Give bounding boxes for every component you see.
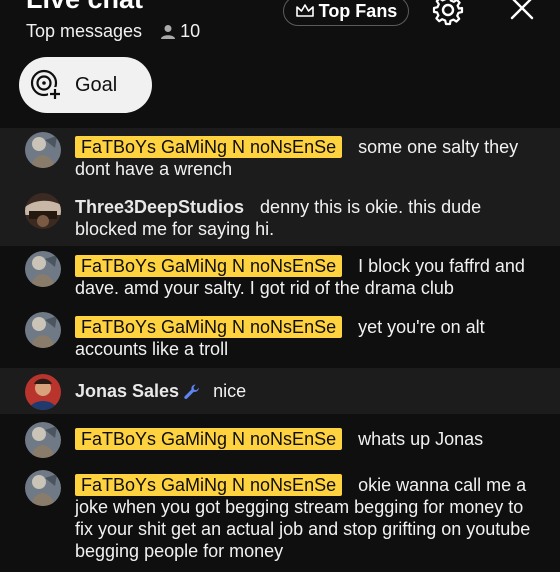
author-name-moderator[interactable]: Jonas Sales [75,380,179,402]
chat-message[interactable]: FaTBoYs GaMiNg N noNsEnSe I block you faf… [0,246,560,308]
avatar[interactable] [25,132,61,168]
author-name[interactable]: Three3DeepStudios [75,196,244,218]
author-name-owner[interactable]: FaTBoYs GaMiNg N noNsEnSe [75,428,343,450]
avatar[interactable] [25,251,61,287]
avatar[interactable] [25,374,61,410]
viewer-count: 10 [160,21,200,42]
gear-icon [432,0,464,26]
chat-title: Live chat [26,0,143,14]
close-button[interactable] [510,0,534,25]
author-name-owner[interactable]: FaTBoYs GaMiNg N noNsEnSe [75,136,343,158]
viewer-count-value: 10 [180,21,201,41]
chat-header: Live chat Top messages 10 Top Fans Goal [0,0,560,128]
crown-icon [295,4,314,17]
chat-mode-row[interactable]: Top messages 10 [26,21,200,42]
avatar[interactable] [25,422,61,458]
chat-list[interactable]: FaTBoYs GaMiNg N noNsEnSe some one salty … [0,128,560,572]
chat-message[interactable]: FaTBoYs GaMiNg N noNsEnSe whats up Jonas [0,414,560,462]
author-name-owner[interactable]: FaTBoYs GaMiNg N noNsEnSe [75,316,343,338]
settings-button[interactable] [432,0,464,31]
goal-target-icon [30,69,62,101]
avatar[interactable] [25,470,61,506]
goal-label: Goal [75,73,118,96]
avatar[interactable] [25,193,61,229]
chat-message[interactable]: Three3DeepStudios denny this is okie. thi… [0,186,560,246]
message-text: nice [213,381,247,401]
top-fans-button[interactable]: Top Fans [283,0,409,26]
chat-message[interactable]: FaTBoYs GaMiNg N noNsEnSe okie wanna call… [0,462,560,572]
chat-mode-label[interactable]: Top messages [26,21,142,42]
author-name-owner[interactable]: FaTBoYs GaMiNg N noNsEnSe [75,474,343,496]
message-text: whats up Jonas [358,429,484,449]
wrench-icon [184,384,199,400]
chat-message[interactable]: FaTBoYs GaMiNg N noNsEnSe some one salty … [0,128,560,186]
chat-message[interactable]: FaTBoYs GaMiNg N noNsEnSe yet you're on a… [0,308,560,368]
avatar[interactable] [25,312,61,348]
top-fans-label: Top Fans [318,0,398,21]
person-icon [161,24,176,39]
author-name-owner[interactable]: FaTBoYs GaMiNg N noNsEnSe [75,255,343,277]
goal-button[interactable]: Goal [19,57,152,113]
chat-message[interactable]: Jonas Sales nice [0,368,560,414]
close-icon [510,0,534,20]
